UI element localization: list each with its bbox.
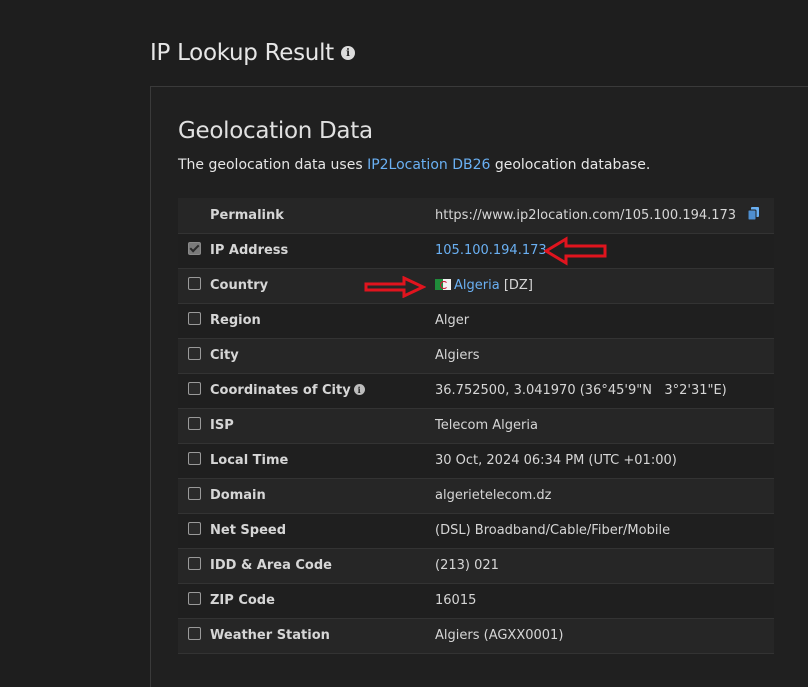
red-arrow-icon bbox=[364, 276, 426, 298]
row-label: Coordinates of City bbox=[210, 383, 351, 398]
row-value: Algiers bbox=[435, 348, 480, 363]
table-row: ZIP Code 16015 bbox=[178, 583, 774, 618]
row-label: ISP bbox=[210, 418, 234, 433]
ip-address-link[interactable]: 105.100.194.173 bbox=[435, 243, 547, 258]
net-speed-checkbox[interactable] bbox=[187, 522, 201, 535]
row-value: Telecom Algeria bbox=[435, 418, 538, 433]
checkbox-cell bbox=[178, 198, 210, 233]
country-code: [DZ] bbox=[503, 278, 533, 293]
row-label: ZIP Code bbox=[210, 593, 275, 608]
page-title-text: IP Lookup Result bbox=[150, 40, 334, 66]
table-row: Coordinates of City i 36.752500, 3.041970… bbox=[178, 373, 774, 408]
table-row: Weather Station Algiers (AGXX0001) bbox=[178, 618, 774, 653]
page-title: IP Lookup Result i bbox=[150, 40, 355, 66]
row-value: Algiers (AGXX0001) bbox=[435, 628, 564, 643]
row-value: https://www.ip2location.com/105.100.194.… bbox=[435, 198, 774, 233]
row-label: Region bbox=[210, 313, 261, 328]
row-label: Weather Station bbox=[210, 628, 330, 643]
country-checkbox[interactable] bbox=[187, 277, 201, 290]
domain-checkbox[interactable] bbox=[187, 487, 201, 500]
row-label: IP Address bbox=[210, 243, 289, 258]
red-arrow-icon bbox=[544, 236, 607, 266]
row-label: Local Time bbox=[210, 453, 289, 468]
zip-code-checkbox[interactable] bbox=[187, 592, 201, 605]
row-label: Net Speed bbox=[210, 523, 287, 538]
table-row: IDD & Area Code (213) 021 bbox=[178, 548, 774, 583]
geolocation-table: Permalink https://www.ip2location.com/10… bbox=[178, 198, 774, 654]
database-link[interactable]: IP2Location DB26 bbox=[367, 157, 490, 173]
copy-icon[interactable] bbox=[747, 206, 760, 224]
row-label: IDD & Area Code bbox=[210, 558, 332, 573]
row-value: Alger bbox=[435, 313, 470, 328]
row-value: 16015 bbox=[435, 593, 477, 608]
row-label: Domain bbox=[210, 488, 266, 503]
table-row: ISP Telecom Algeria bbox=[178, 408, 774, 443]
isp-checkbox[interactable] bbox=[187, 417, 201, 430]
algeria-flag-icon bbox=[435, 279, 451, 290]
ip-address-checkbox[interactable] bbox=[187, 242, 201, 255]
row-label-coordinates: Coordinates of City i bbox=[210, 373, 435, 408]
row-value: (213) 021 bbox=[435, 558, 499, 573]
row-value: algerietelecom.dz bbox=[435, 488, 552, 503]
row-label: Permalink bbox=[210, 207, 284, 223]
info-icon[interactable]: i bbox=[340, 46, 355, 60]
table-row: Country Algeria [DZ] bbox=[178, 268, 774, 303]
row-label: City bbox=[210, 348, 239, 363]
row-value: 36.752500, 3.041970 (36°45'9"N 3°2'31"E) bbox=[435, 383, 727, 398]
idd-area-code-checkbox[interactable] bbox=[187, 557, 201, 570]
country-link[interactable]: Algeria bbox=[454, 278, 500, 293]
row-value: 30 Oct, 2024 06:34 PM (UTC +01:00) bbox=[435, 453, 677, 468]
city-checkbox[interactable] bbox=[187, 347, 201, 360]
description-prefix: The geolocation data uses bbox=[178, 157, 368, 173]
table-row: Domain algerietelecom.dz bbox=[178, 478, 774, 513]
table-row: Local Time 30 Oct, 2024 06:34 PM (UTC +0… bbox=[178, 443, 774, 478]
row-value: (DSL) Broadband/Cable/Fiber/Mobile bbox=[435, 523, 671, 538]
table-row: IP Address 105.100.194.173 bbox=[178, 233, 774, 268]
region-checkbox[interactable] bbox=[187, 312, 201, 325]
table-row: City Algiers bbox=[178, 338, 774, 373]
weather-station-checkbox[interactable] bbox=[187, 627, 201, 640]
table-row: Region Alger bbox=[178, 303, 774, 338]
table-row: Net Speed (DSL) Broadband/Cable/Fiber/Mo… bbox=[178, 513, 774, 548]
local-time-checkbox[interactable] bbox=[187, 452, 201, 465]
section-description: The geolocation data uses IP2Location DB… bbox=[178, 157, 650, 173]
description-suffix: geolocation database. bbox=[490, 157, 651, 173]
table-row: Permalink https://www.ip2location.com/10… bbox=[178, 198, 774, 233]
info-icon[interactable]: i bbox=[353, 384, 365, 395]
permalink-value[interactable]: https://www.ip2location.com/105.100.194.… bbox=[435, 208, 736, 223]
section-title: Geolocation Data bbox=[178, 118, 373, 144]
coordinates-checkbox[interactable] bbox=[187, 382, 201, 395]
